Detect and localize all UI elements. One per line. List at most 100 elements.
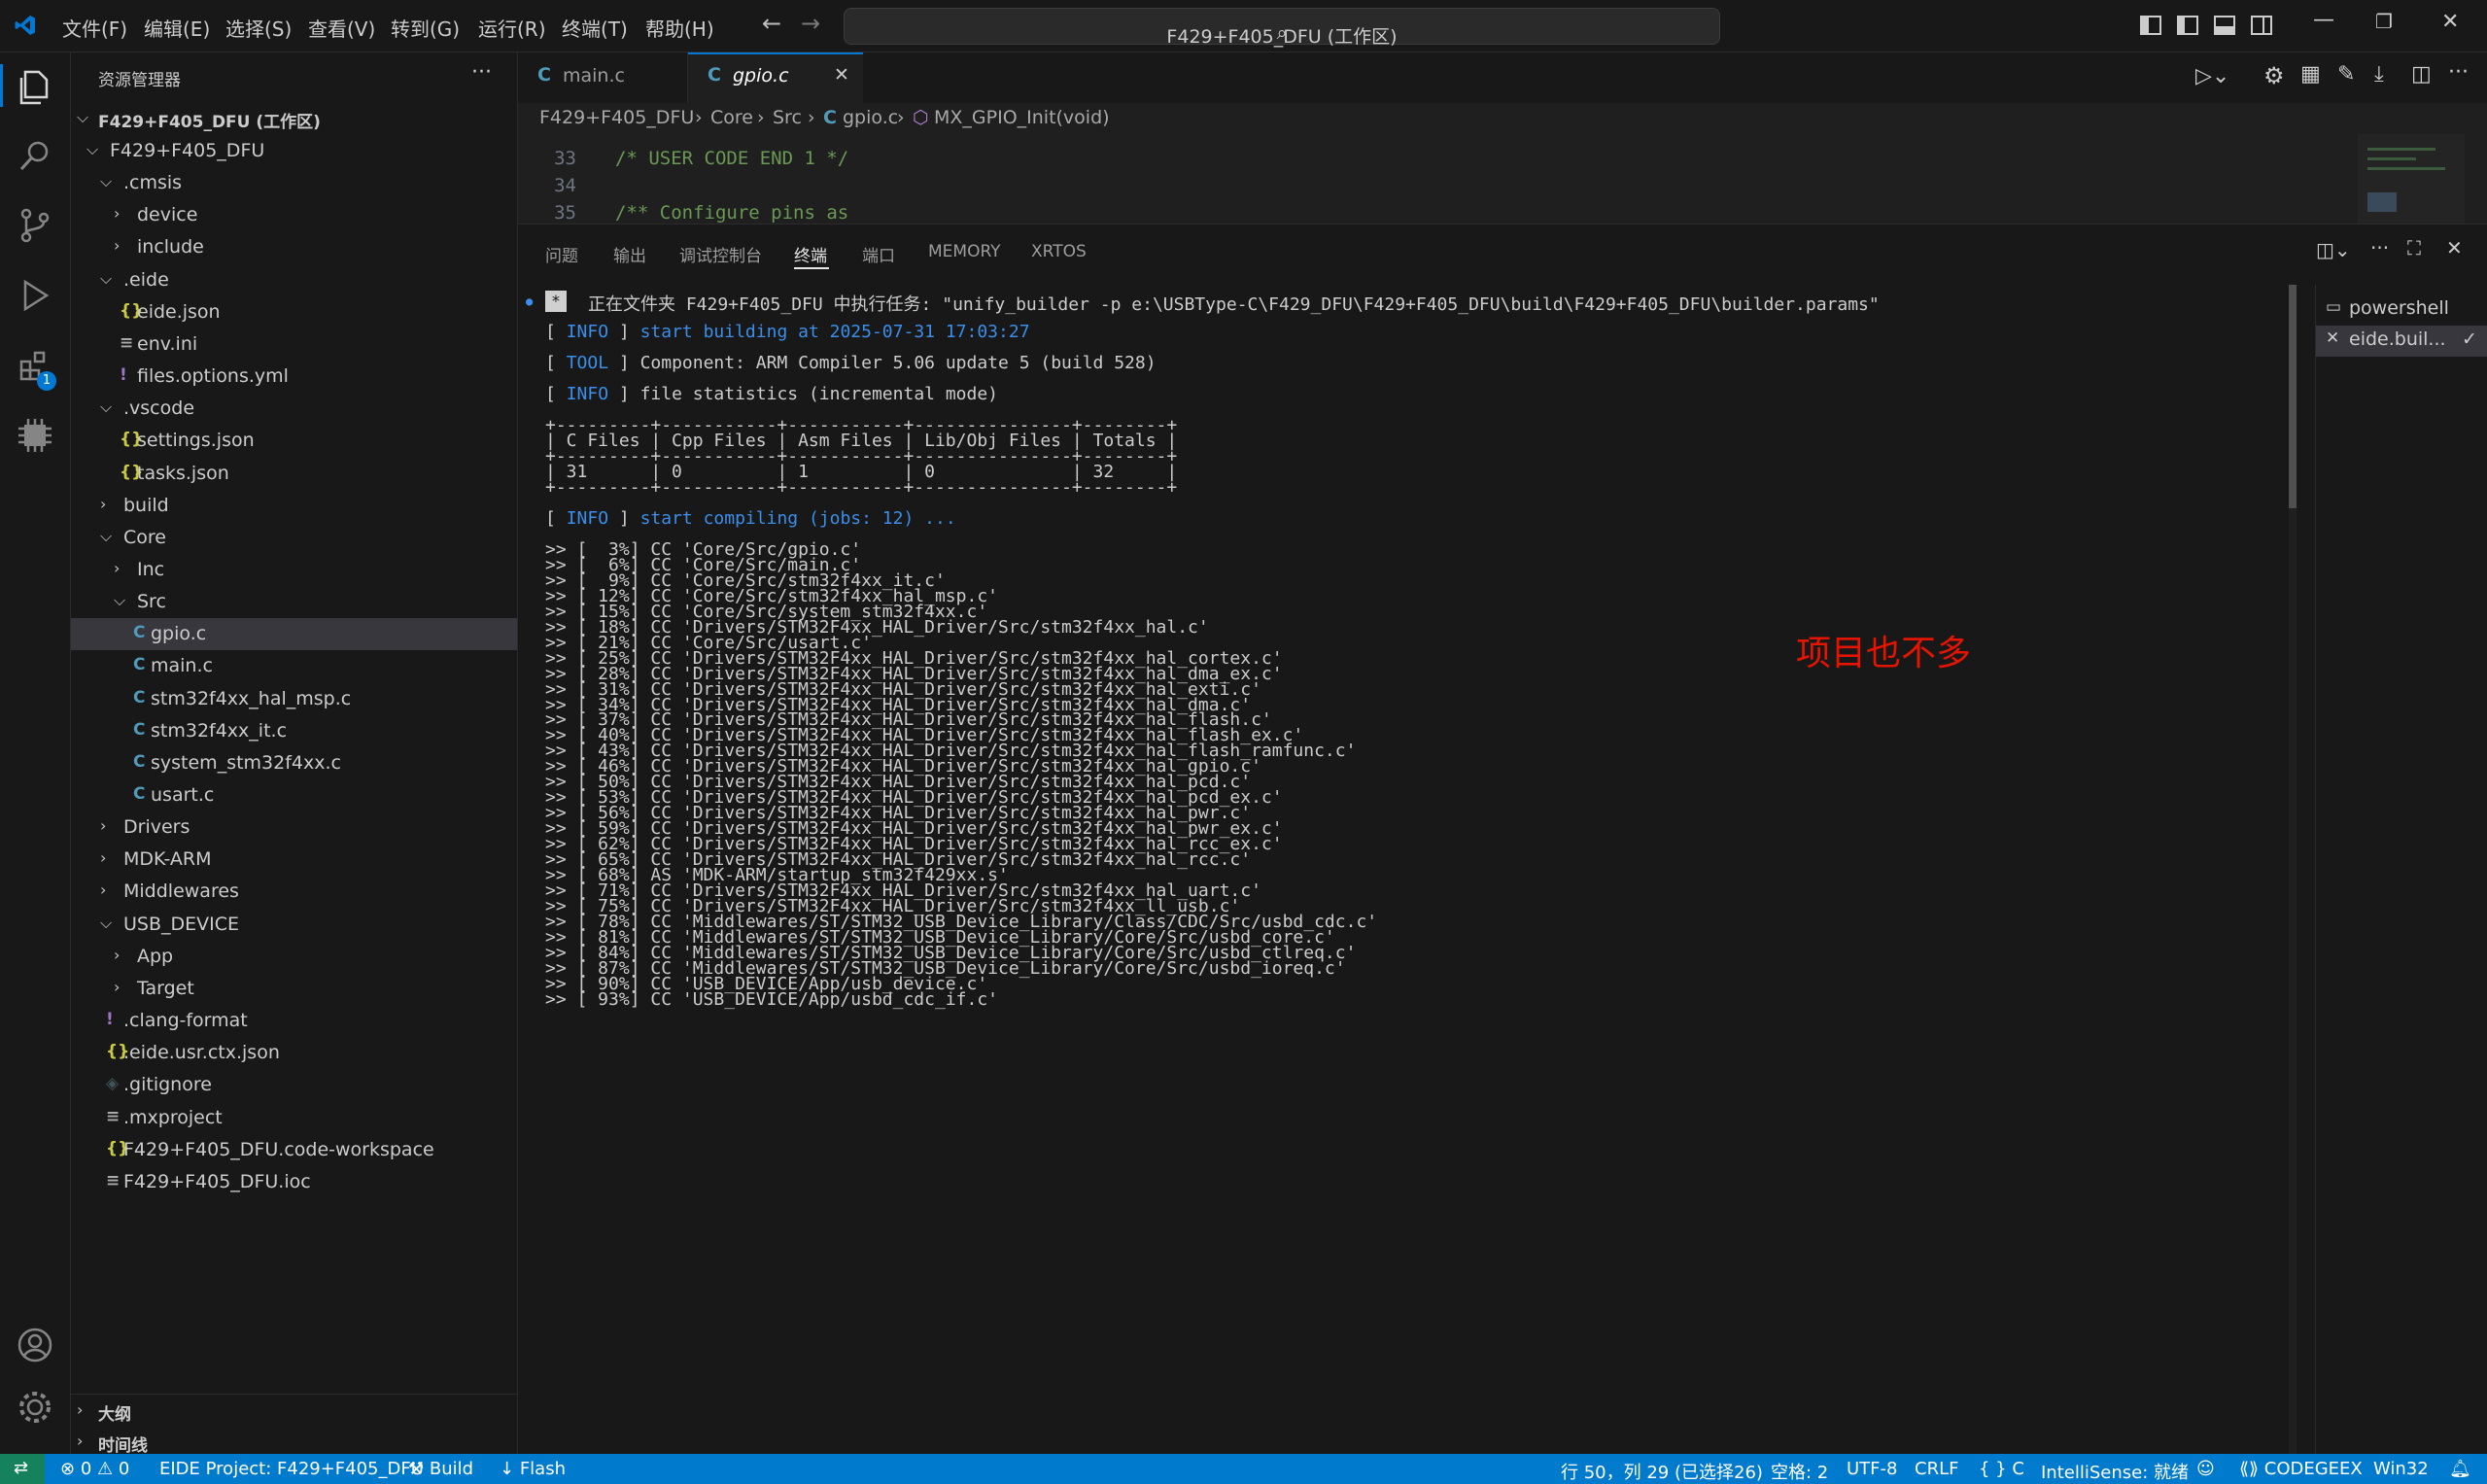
tree-item[interactable]: ⌵ .cmsis [71,167,517,199]
menu-go[interactable]: 转到(G) [391,14,460,42]
breadcrumb-symbol[interactable]: MX_GPIO_Init(void) [934,107,1110,128]
tree-item[interactable]: ◈ .gitignore [71,1069,517,1101]
source-control-icon[interactable] [14,204,56,247]
workspace-root[interactable]: ⌵ F429+F405_DFU (工作区) [71,103,517,135]
terminal-item-eide-build[interactable]: ✕ eide.buil... ✓ [2316,326,2487,357]
tree-item[interactable]: {} .eide.usr.ctx.json [71,1037,517,1069]
terminal-scrollbar[interactable] [2289,285,2297,1455]
customize-layout-icon[interactable] [2140,16,2161,35]
close-panel-icon[interactable]: ✕ [2446,236,2463,259]
flash-button[interactable]: ↓ Flash [500,1459,566,1479]
panel-tab-memory[interactable]: MEMORY [928,242,1001,261]
run-icon[interactable]: ▷⌄ [2195,64,2229,88]
tree-item[interactable]: Cmain.c [71,650,517,682]
eide-project[interactable]: EIDE Project: F429+F405_DFU [159,1459,424,1479]
panel-tab-debug-console[interactable]: 调试控制台 [679,242,762,266]
close-tab-icon[interactable]: ✕ [834,64,849,86]
panel-tab-ports[interactable]: 端口 [862,242,895,266]
tree-item[interactable]: Cgpio.c [71,618,517,651]
terminal-output[interactable]: ● * 正在文件夹 F429+F405_DFU 中执行任务: "unify_bu… [518,285,2297,1455]
tree-item[interactable]: ! files.options.yml [71,361,517,393]
minimap[interactable] [2358,134,2465,224]
scrollbar-thumb[interactable] [2289,285,2297,508]
forward-arrow-icon[interactable]: → [801,10,820,37]
cursor-position[interactable]: 行 50，列 29 (已选择26) [1561,1459,1763,1484]
tree-item[interactable]: › App [71,941,517,973]
remote-indicator[interactable]: ⇄ [0,1454,45,1484]
tree-item[interactable]: ≡ .mxproject [71,1102,517,1134]
split-editor-icon[interactable]: ◫ [2411,62,2432,86]
tab-main-c[interactable]: C main.c [518,52,688,103]
tree-item[interactable]: Cstm32f4xx_hal_msp.c [71,683,517,715]
tree-item[interactable]: › MDK-ARM [71,844,517,876]
toggle-secondary-sidebar-icon[interactable] [2251,16,2272,35]
eide-chip-icon[interactable] [14,414,56,457]
more-actions-icon[interactable]: ··· [471,60,492,85]
tree-item[interactable]: › Inc [71,554,517,586]
tree-item[interactable]: › include [71,231,517,263]
tree-item[interactable]: ≡ F429+F405_DFU.ioc [71,1166,517,1198]
accounts-icon[interactable] [14,1324,56,1366]
back-arrow-icon[interactable]: ← [762,10,781,37]
tree-item[interactable]: › device [71,199,517,231]
tree-item[interactable]: › Middlewares [71,876,517,908]
platform[interactable]: Win32 [2373,1459,2429,1479]
notifications-bell-icon[interactable]: 🔔︎ [2449,1459,2471,1479]
download-icon[interactable]: ⤓ [2374,62,2384,86]
tree-item[interactable]: › Drivers [71,811,517,844]
tree-item[interactable]: ! .clang-format [71,1005,517,1037]
explorer-icon[interactable] [14,64,56,107]
menu-file[interactable]: 文件(F) [62,14,127,42]
tree-item[interactable]: Cstm32f4xx_it.c [71,715,517,747]
tree-item[interactable]: {} eide.json [71,296,517,328]
panel-tab-xrtos[interactable]: XRTOS [1031,242,1087,261]
tree-item[interactable]: Csystem_stm32f4xx.c [71,747,517,779]
manage-gear-icon[interactable] [14,1386,56,1429]
tree-item[interactable]: ⌵ Src [71,586,517,618]
toggle-sidebar-icon[interactable] [2177,16,2198,35]
encoding[interactable]: UTF-8 [1847,1459,1897,1479]
codegeex-status[interactable]: ⟪⟫ CODEGEEX [2239,1459,2363,1479]
panel-tab-output[interactable]: 输出 [613,242,646,266]
split-terminal-icon[interactable]: ◫⌄ [2316,238,2351,261]
tree-item[interactable]: ⌵ Core [71,522,517,554]
intellisense-status[interactable]: IntelliSense: 就绪 [2041,1459,2189,1484]
breadcrumb-core[interactable]: Core [710,107,753,128]
panel-tab-terminal[interactable]: 终端 [794,242,827,266]
tree-item[interactable]: › build [71,490,517,522]
menu-view[interactable]: 查看(V) [308,14,375,42]
menu-terminal[interactable]: 终端(T) [562,14,628,42]
menu-selection[interactable]: 选择(S) [225,14,292,42]
language-mode[interactable]: { } C [1979,1459,2024,1479]
tree-item[interactable]: ⌵ F429+F405_DFU [71,135,517,167]
tree-item[interactable]: ≡ env.ini [71,328,517,361]
build-icon[interactable]: ▦ [2300,62,2321,86]
toggle-panel-icon[interactable] [2214,16,2235,35]
end-of-line[interactable]: CRLF [1915,1459,1958,1479]
clean-brush-icon[interactable]: ✎ [2337,62,2355,86]
minimize-icon[interactable]: — [2313,8,2334,32]
editor-more-icon[interactable]: ··· [2448,60,2469,85]
tree-item[interactable]: ⌵ .vscode [71,393,517,425]
breadcrumb-src[interactable]: Src [773,107,802,128]
terminal-item-powershell[interactable]: ▭ powershell [2316,294,2487,326]
maximize-panel-icon[interactable]: ⛶ [2407,236,2421,259]
menu-run[interactable]: 运行(R) [478,14,546,42]
menu-edit[interactable]: 编辑(E) [144,14,210,42]
menu-help[interactable]: 帮助(H) [645,14,714,42]
breadcrumb-root[interactable]: F429+F405_DFU [539,107,694,128]
panel-tab-problems[interactable]: 问题 [545,242,578,266]
tree-item[interactable]: {} F429+F405_DFU.code-workspace [71,1134,517,1166]
tree-item[interactable]: Cusart.c [71,779,517,811]
command-center-search[interactable]: ⌕ F429+F405_DFU (工作区) [844,8,1720,48]
restore-icon[interactable]: ❐ [2375,10,2393,33]
build-button[interactable]: ⚒ Build [408,1459,473,1479]
run-debug-icon[interactable] [14,274,56,317]
tree-item[interactable]: › Target [71,973,517,1005]
copilot-icon[interactable]: ☺ [2196,1459,2215,1479]
settings-gear-icon[interactable]: ⚙ [2263,62,2285,89]
panel-more-icon[interactable]: ··· [2370,236,2389,259]
code-editor[interactable]: 33 /* USER CODE END 1 */ 34 35 /** Confi… [518,134,2487,224]
search-view-icon[interactable] [14,134,56,177]
tab-gpio-c[interactable]: C gpio.c ✕ [688,52,863,103]
